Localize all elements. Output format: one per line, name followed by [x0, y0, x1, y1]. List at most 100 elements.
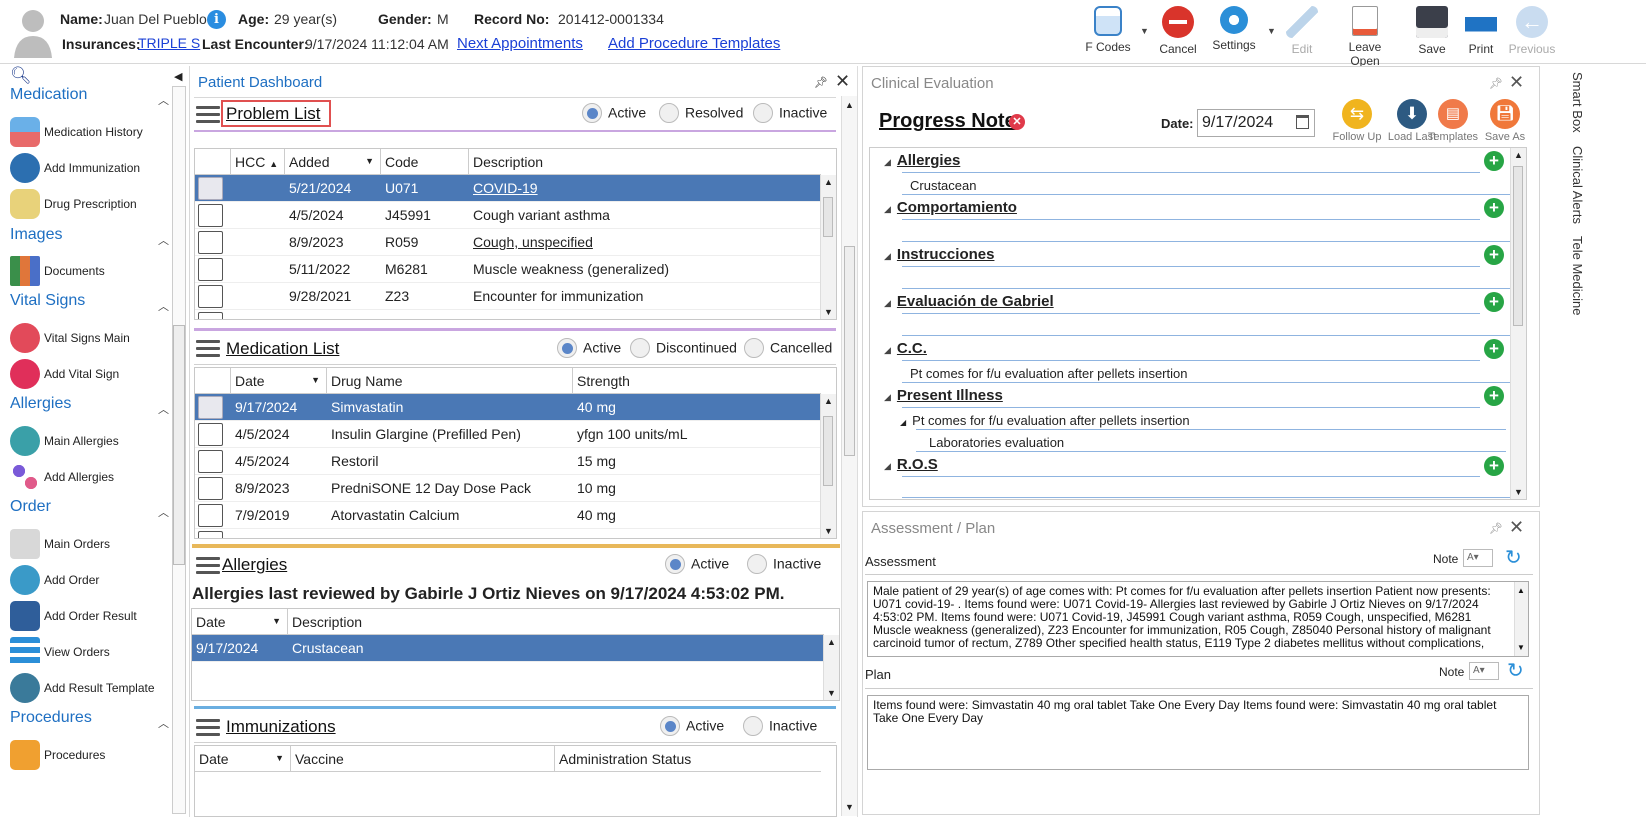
- chevron-up-icon[interactable]: ︿: [158, 401, 169, 417]
- immunizations-filter-inactive[interactable]: Inactive: [743, 716, 817, 737]
- chevron-up-icon[interactable]: ︿: [158, 504, 169, 520]
- progress-note-title[interactable]: Progress Note: [879, 110, 1016, 133]
- table-row[interactable]: 7/9/2019 Atorvastatin Calcium 40 mg: [195, 502, 821, 529]
- pin-icon[interactable]: 📌︎: [1489, 522, 1503, 535]
- medication-list-title[interactable]: Medication List: [226, 339, 339, 359]
- add-procedure-templates-link[interactable]: Add Procedure Templates: [608, 35, 780, 52]
- templates-button[interactable]: ▤ Templates: [1423, 99, 1483, 143]
- table-row[interactable]: 9/17/2024 Crustacean: [192, 635, 824, 662]
- sidebar-item-add-allergies[interactable]: Add Allergies: [8, 460, 173, 494]
- refresh-icon[interactable]: ↻: [1507, 658, 1524, 683]
- cancel-button[interactable]: Cancel: [1148, 4, 1208, 60]
- row-checkbox[interactable]: [198, 285, 223, 308]
- row-checkbox[interactable]: [198, 231, 223, 254]
- remove-note-icon[interactable]: ✕: [1009, 114, 1025, 130]
- pin-icon[interactable]: 📌︎: [1489, 77, 1503, 90]
- note-scrollbar[interactable]: ▲ ▼: [1510, 148, 1526, 499]
- allergies-title[interactable]: Allergies: [222, 555, 287, 575]
- problem-filter-inactive[interactable]: Inactive: [753, 103, 827, 124]
- problem-filter-active[interactable]: Active: [582, 103, 646, 124]
- tab-clinical-alerts[interactable]: Clinical Alerts: [1570, 146, 1585, 224]
- allergies-filter-inactive[interactable]: Inactive: [747, 554, 821, 575]
- plan-textarea[interactable]: Items found were: Simvastatin 40 mg oral…: [867, 695, 1529, 770]
- column-header[interactable]: Date ▼: [192, 609, 288, 635]
- row-checkbox[interactable]: [198, 504, 223, 527]
- menu-icon[interactable]: [196, 106, 220, 124]
- add-icon[interactable]: +: [1484, 456, 1504, 476]
- chevron-up-icon[interactable]: ︿: [158, 715, 169, 731]
- section-ros[interactable]: ◢ R.O.S: [884, 456, 938, 473]
- info-icon[interactable]: i: [207, 10, 226, 29]
- table-row[interactable]: 9/28/2021 Z23 Encounter for immunization: [195, 283, 821, 310]
- close-icon[interactable]: ✕: [1509, 72, 1524, 93]
- sidebar-item-documents[interactable]: Documents: [8, 254, 173, 288]
- table-row[interactable]: 8/9/2023 R059 Cough, unspecified: [195, 229, 821, 256]
- chevron-up-icon[interactable]: ︿: [158, 92, 169, 108]
- sidebar-item-main-allergies[interactable]: Main Allergies: [8, 424, 173, 458]
- menu-icon[interactable]: [196, 719, 220, 737]
- section-present-illness[interactable]: ◢ Present Illness: [884, 387, 1003, 404]
- sidebar-item-add-vital-sign[interactable]: Add Vital Sign: [8, 357, 173, 391]
- add-icon[interactable]: +: [1484, 151, 1504, 171]
- leave-open-button[interactable]: Leave Open: [1334, 4, 1396, 68]
- close-icon[interactable]: ✕: [1509, 517, 1524, 538]
- row-checkbox[interactable]: [198, 477, 223, 500]
- save-as-button[interactable]: 💾︎ Save As: [1477, 99, 1533, 143]
- menu-icon[interactable]: [196, 340, 220, 358]
- next-appointments-link[interactable]: Next Appointments: [457, 35, 583, 52]
- column-header[interactable]: HCC ▲: [231, 149, 285, 175]
- section-instrucciones[interactable]: ◢ Instrucciones: [884, 246, 994, 263]
- plan-format-dropdown[interactable]: A▾: [1469, 662, 1499, 680]
- settings-button[interactable]: Settings: [1204, 4, 1264, 60]
- tab-tele-medicine[interactable]: Tele Medicine: [1570, 236, 1585, 316]
- row-checkbox[interactable]: [198, 423, 223, 446]
- section-comportamiento[interactable]: ◢ Comportamiento: [884, 199, 1017, 216]
- close-icon[interactable]: ✕: [835, 71, 850, 92]
- medication-filter-cancelled[interactable]: Cancelled: [744, 338, 832, 359]
- column-header[interactable]: Date ▼: [195, 746, 291, 772]
- sidebar-item-medication-history[interactable]: Medication History: [8, 115, 173, 149]
- row-checkbox[interactable]: [198, 204, 223, 227]
- add-icon[interactable]: +: [1484, 198, 1504, 218]
- section-medication[interactable]: Medication: [10, 86, 87, 104]
- chevron-up-icon[interactable]: ︿: [158, 298, 169, 314]
- calendar-icon[interactable]: [1296, 115, 1309, 129]
- column-header[interactable]: Strength: [573, 368, 821, 394]
- row-checkbox[interactable]: [198, 177, 223, 200]
- problem-list-title[interactable]: Problem List: [226, 104, 320, 124]
- column-header[interactable]: Vaccine: [291, 746, 555, 772]
- sidebar-item-main-orders[interactable]: Main Orders: [8, 527, 173, 561]
- edit-button[interactable]: Edit: [1272, 4, 1332, 60]
- add-icon[interactable]: +: [1484, 386, 1504, 406]
- section-allergies[interactable]: ◢ Allergies: [884, 152, 960, 169]
- table-row[interactable]: 4/5/2024 J45991 Cough variant asthma: [195, 202, 821, 229]
- follow-up-button[interactable]: ⇆ Follow Up: [1329, 99, 1385, 143]
- section-evaluacion[interactable]: ◢ Evaluación de Gabriel: [884, 293, 1054, 310]
- chevron-up-icon[interactable]: ︿: [158, 232, 169, 248]
- previous-button[interactable]: ← Previous: [1502, 4, 1562, 60]
- refresh-icon[interactable]: ↻: [1505, 545, 1522, 570]
- pin-icon[interactable]: 📌︎: [814, 76, 828, 89]
- sidebar-item-procedures[interactable]: Procedures: [8, 738, 173, 772]
- collapse-sidebar-icon[interactable]: ◀: [174, 70, 182, 83]
- immunizations-title[interactable]: Immunizations: [226, 717, 336, 737]
- sidebar-item-add-result-template[interactable]: Add Result Template: [8, 671, 173, 705]
- row-checkbox[interactable]: [198, 450, 223, 473]
- column-header[interactable]: Administration Status: [555, 746, 821, 772]
- assessment-scrollbar[interactable]: ▲ ▼: [1514, 582, 1528, 656]
- section-order[interactable]: Order: [10, 498, 51, 516]
- fcodes-button[interactable]: F Codes: [1078, 4, 1138, 60]
- row-checkbox[interactable]: [198, 258, 223, 281]
- table-row[interactable]: 8/9/2023 PredniSONE 12 Day Dose Pack 10 …: [195, 475, 821, 502]
- sidebar-item-drug-prescription[interactable]: Drug Prescription: [8, 187, 173, 221]
- assessment-textarea[interactable]: Male patient of 29 year(s) of age comes …: [867, 581, 1529, 657]
- problem-list-scrollbar[interactable]: ▲ ▼: [820, 175, 836, 319]
- table-row[interactable]: 5/11/2022 M6281 Muscle weakness (general…: [195, 256, 821, 283]
- immunizations-filter-active[interactable]: Active: [660, 716, 724, 737]
- table-row[interactable]: 4/5/2024 Restoril 15 mg: [195, 448, 821, 475]
- column-header[interactable]: Description: [288, 609, 824, 635]
- note-format-dropdown[interactable]: A▾: [1463, 549, 1493, 567]
- medication-filter-discontinued[interactable]: Discontinued: [630, 338, 737, 359]
- add-icon[interactable]: +: [1484, 339, 1504, 359]
- tab-smart-box[interactable]: Smart Box: [1570, 72, 1585, 133]
